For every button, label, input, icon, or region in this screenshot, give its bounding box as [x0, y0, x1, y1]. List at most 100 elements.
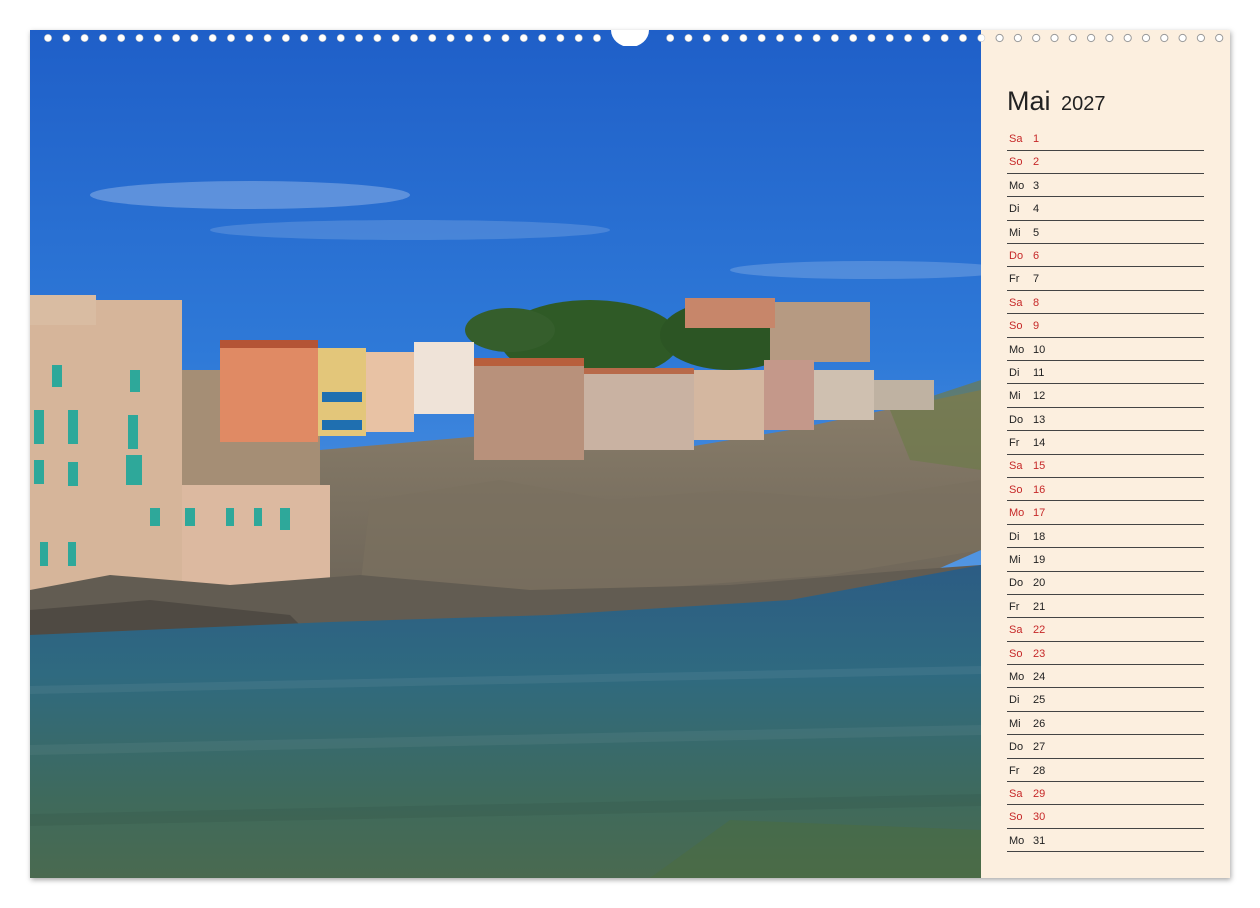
weekday-label: Fr — [1009, 437, 1020, 450]
day-number: 22 — [1033, 624, 1046, 637]
day-number: 19 — [1033, 554, 1046, 567]
weekday-label: So — [1009, 647, 1023, 660]
day-number: 5 — [1033, 226, 1040, 239]
weekday-label: Mo — [1009, 507, 1025, 520]
month-title: Mai 2027 — [1007, 86, 1106, 117]
day-number: 7 — [1033, 273, 1040, 286]
weekday-label: Mi — [1009, 226, 1021, 239]
weekday-label: Di — [1009, 530, 1020, 543]
day-number: 3 — [1033, 179, 1040, 192]
day-row: Sa 15 — [1007, 455, 1204, 478]
weekday-label: Fr — [1009, 764, 1020, 777]
month-name: Mai — [1007, 86, 1051, 116]
day-number: 2 — [1033, 156, 1040, 169]
day-row: Mo 31 — [1007, 830, 1204, 853]
day-number: 29 — [1033, 787, 1046, 800]
day-row: So 2 — [1007, 151, 1204, 174]
calendar-panel: Mai 2027 Sa 1 So 2 Mo 3 Di 4 Mi 5 Do 6 Fr 7 Sa 8 So 9 Mo 10… — [981, 30, 1230, 878]
weekday-label: So — [1009, 811, 1023, 824]
weekday-label: Mo — [1009, 179, 1025, 192]
day-row: Sa 8 — [1007, 292, 1204, 315]
day-row: So 9 — [1007, 315, 1204, 338]
weekday-label: Do — [1009, 249, 1024, 262]
weekday-label: Sa — [1009, 460, 1023, 473]
day-list: Sa 1 So 2 Mo 3 Di 4 Mi 5 Do 6 Fr 7 Sa 8 So 9 Mo 10 Di 11 Mi 12 D… — [1007, 128, 1204, 853]
day-row: Mi 12 — [1007, 385, 1204, 408]
day-number: 1 — [1033, 133, 1040, 145]
weekday-label: Mo — [1009, 670, 1025, 683]
weekday-label: Sa — [1009, 296, 1023, 309]
day-number: 24 — [1033, 670, 1046, 683]
weekday-label: Di — [1009, 366, 1020, 379]
weekday-label: Mo — [1009, 343, 1025, 356]
day-number: 16 — [1033, 483, 1046, 496]
day-row: So 23 — [1007, 643, 1204, 666]
calendar-page: Mai 2027 Sa 1 So 2 Mo 3 Di 4 Mi 5 Do 6 Fr 7 Sa 8 So 9 Mo 10… — [30, 30, 1230, 878]
weekday-label: Do — [1009, 741, 1024, 754]
day-number: 23 — [1033, 647, 1046, 660]
day-row: Mo 17 — [1007, 502, 1204, 525]
day-row: Fr 7 — [1007, 268, 1204, 291]
day-row: Mo 10 — [1007, 339, 1204, 362]
day-row: Di 4 — [1007, 198, 1204, 221]
day-number: 8 — [1033, 296, 1040, 309]
day-number: 13 — [1033, 413, 1046, 426]
day-row: Do 6 — [1007, 245, 1204, 268]
day-row: Sa 1 — [1007, 128, 1204, 151]
day-row: Sa 22 — [1007, 619, 1204, 642]
weekday-label: Mi — [1009, 390, 1021, 403]
day-row: Sa 29 — [1007, 783, 1204, 806]
weekday-label: Mi — [1009, 717, 1021, 730]
day-number: 4 — [1033, 203, 1040, 216]
day-number: 15 — [1033, 460, 1046, 473]
weekday-label: Fr — [1009, 273, 1020, 286]
day-number: 9 — [1033, 320, 1040, 333]
day-number: 14 — [1033, 437, 1046, 450]
day-row: Di 18 — [1007, 526, 1204, 549]
year-label: 2027 — [1061, 93, 1106, 115]
day-row: Mi 26 — [1007, 713, 1204, 736]
day-number: 20 — [1033, 577, 1046, 590]
day-number: 26 — [1033, 717, 1046, 730]
day-row: Do 27 — [1007, 736, 1204, 759]
weekday-label: Do — [1009, 577, 1024, 590]
day-row: Mo 3 — [1007, 175, 1204, 198]
day-number: 6 — [1033, 249, 1040, 262]
coastal-town-photo — [30, 30, 981, 878]
day-number: 28 — [1033, 764, 1046, 777]
day-number: 31 — [1033, 834, 1046, 847]
day-number: 25 — [1033, 694, 1046, 707]
day-number: 30 — [1033, 811, 1046, 824]
day-row: So 16 — [1007, 479, 1204, 502]
day-row: So 30 — [1007, 806, 1204, 829]
day-number: 10 — [1033, 343, 1046, 356]
day-number: 11 — [1033, 366, 1045, 379]
weekday-label: Mi — [1009, 554, 1021, 567]
weekday-label: Di — [1009, 694, 1020, 707]
day-row: Do 13 — [1007, 409, 1204, 432]
day-row: Mo 24 — [1007, 666, 1204, 689]
weekday-label: So — [1009, 320, 1023, 333]
weekday-label: Di — [1009, 203, 1020, 216]
weekday-label: So — [1009, 483, 1023, 496]
day-row: Fr 14 — [1007, 432, 1204, 455]
weekday-label: Sa — [1009, 787, 1023, 800]
weekday-label: Fr — [1009, 600, 1020, 613]
day-row: Fr 28 — [1007, 760, 1204, 783]
day-number: 21 — [1033, 600, 1046, 613]
day-row: Di 25 — [1007, 689, 1204, 712]
weekday-label: Mo — [1009, 834, 1025, 847]
weekday-label: So — [1009, 156, 1023, 169]
day-number: 27 — [1033, 741, 1046, 754]
weekday-label: Do — [1009, 413, 1024, 426]
day-row: Mi 19 — [1007, 549, 1204, 572]
weekday-label: Sa — [1009, 133, 1023, 145]
day-row: Fr 21 — [1007, 596, 1204, 619]
day-row: Mi 5 — [1007, 222, 1204, 245]
day-number: 18 — [1033, 530, 1046, 543]
day-number: 12 — [1033, 390, 1046, 403]
weekday-label: Sa — [1009, 624, 1023, 637]
day-number: 17 — [1033, 507, 1046, 520]
day-row: Di 11 — [1007, 362, 1204, 385]
day-row: Do 20 — [1007, 572, 1204, 595]
